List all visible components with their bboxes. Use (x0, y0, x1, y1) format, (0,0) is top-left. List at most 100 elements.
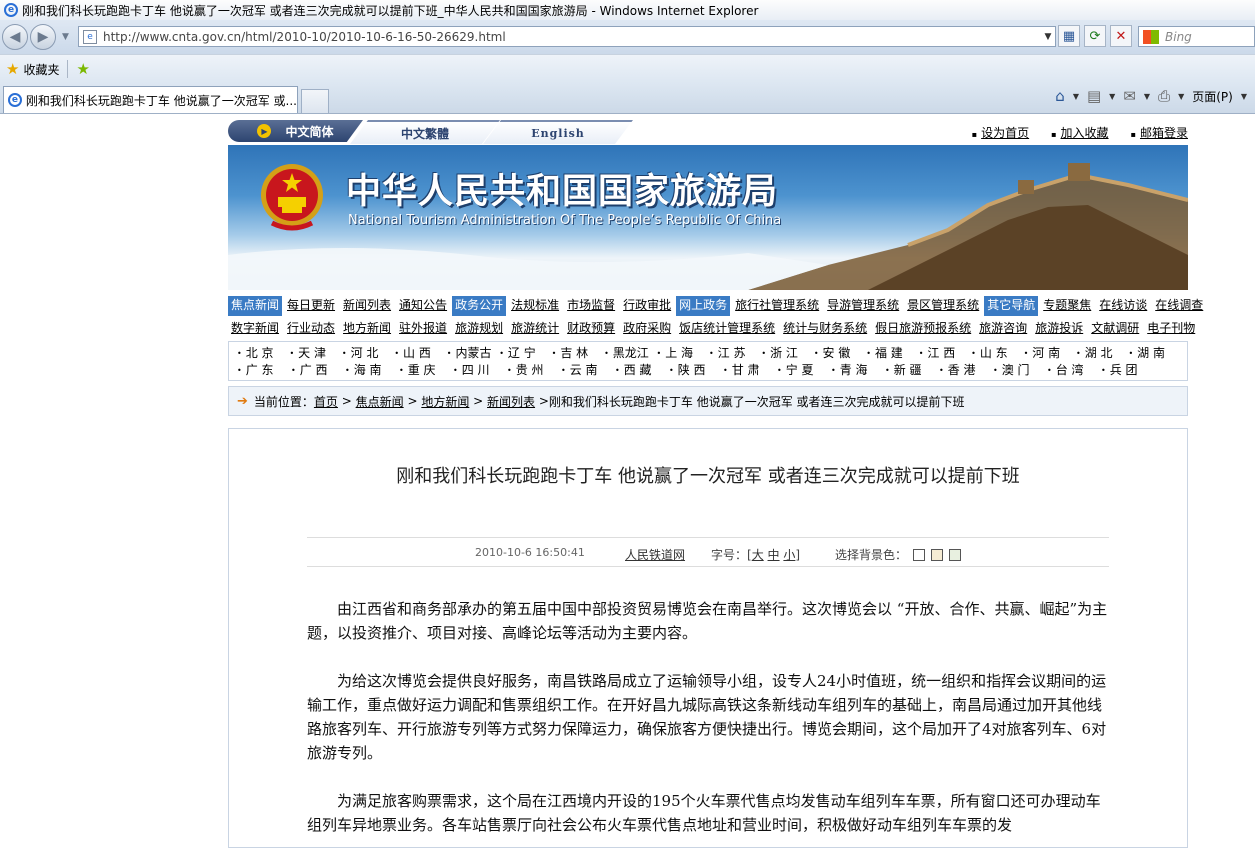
menu-item[interactable]: 通知公告 (396, 296, 450, 316)
region-link[interactable]: 广 西 (291, 362, 345, 379)
region-link[interactable]: 河 北 (342, 345, 394, 362)
compatibility-view-icon[interactable]: ▦ (1058, 25, 1080, 47)
feeds-icon[interactable]: ▤ (1087, 87, 1101, 105)
menu-item[interactable]: 旅行社管理系统 (732, 296, 822, 316)
breadcrumb-news-list-link[interactable]: 新闻列表 (487, 393, 535, 410)
region-link[interactable]: 江 苏 (709, 345, 761, 362)
stop-icon[interactable]: ✕ (1110, 25, 1132, 47)
menu-item[interactable]: 每日更新 (284, 296, 338, 316)
region-link[interactable]: 云 南 (561, 362, 615, 379)
menu-item[interactable]: 数字新闻 (228, 319, 282, 339)
browser-tab[interactable]: e 刚和我们科长玩跑跑卡丁车 他说赢了一次冠军 或... (3, 86, 298, 113)
print-dropdown-icon[interactable]: ▼ (1178, 92, 1184, 101)
region-link[interactable]: 河 南 (1024, 345, 1076, 362)
home-dropdown-icon[interactable]: ▼ (1073, 92, 1079, 101)
menu-item[interactable]: 在线调查 (1152, 296, 1206, 316)
menu-item[interactable]: 旅游投诉 (1032, 319, 1086, 339)
feeds-dropdown-icon[interactable]: ▼ (1109, 92, 1115, 101)
region-link[interactable]: 黑龙江 (604, 345, 656, 362)
menu-item[interactable]: 景区管理系统 (904, 296, 982, 316)
region-link[interactable]: 香 港 (939, 362, 993, 379)
new-tab-button[interactable] (301, 89, 329, 113)
favorites-star-icon[interactable]: ★ (6, 60, 19, 78)
region-link[interactable]: 兵 团 (1101, 362, 1155, 379)
region-link[interactable]: 江 西 (919, 345, 971, 362)
menu-item[interactable]: 财政预算 (564, 319, 618, 339)
bg-color-swatch-beige[interactable] (931, 548, 944, 561)
region-link[interactable]: 青 海 (831, 362, 885, 379)
menu-item[interactable]: 旅游统计 (508, 319, 562, 339)
back-button[interactable]: ◀ (2, 24, 28, 50)
region-link[interactable]: 浙 江 (761, 345, 813, 362)
region-link[interactable]: 广 东 (237, 362, 291, 379)
home-icon[interactable]: ⌂ (1055, 87, 1065, 105)
region-link[interactable]: 湖 南 (1128, 345, 1180, 362)
menu-item[interactable]: 假日旅游预报系统 (872, 319, 974, 339)
breadcrumb-local-news-link[interactable]: 地方新闻 (421, 393, 469, 410)
menu-item[interactable]: 驻外报道 (396, 319, 450, 339)
region-link[interactable]: 山 东 (971, 345, 1023, 362)
bg-color-swatch-green[interactable] (949, 548, 962, 561)
forward-button[interactable]: ▶ (30, 24, 56, 50)
breadcrumb-focus-news-link[interactable]: 焦点新闻 (356, 393, 404, 410)
region-link[interactable]: 吉 林 (552, 345, 604, 362)
address-dropdown-icon[interactable]: ▼ (1041, 32, 1055, 42)
region-link[interactable]: 山 西 (394, 345, 446, 362)
refresh-icon[interactable]: ⟳ (1084, 25, 1106, 47)
history-dropdown-icon[interactable]: ▼ (62, 32, 69, 42)
menu-item[interactable]: 旅游咨询 (976, 319, 1030, 339)
search-box[interactable]: Bing (1138, 26, 1255, 47)
font-size-medium[interactable]: 中 (768, 548, 780, 562)
font-size-small[interactable]: 小 (783, 548, 795, 562)
menu-item[interactable]: 地方新闻 (340, 319, 394, 339)
region-link[interactable]: 湖 北 (1076, 345, 1128, 362)
menu-item[interactable]: 行业动态 (284, 319, 338, 339)
mail-login-link[interactable]: 邮箱登录 (1131, 124, 1188, 141)
region-link[interactable]: 甘 肃 (723, 362, 777, 379)
region-link[interactable]: 福 建 (866, 345, 918, 362)
page-menu-dropdown-icon[interactable]: ▼ (1241, 92, 1247, 101)
region-link[interactable]: 台 湾 (1047, 362, 1101, 379)
article-source-link[interactable]: 人民铁道网 (625, 546, 685, 563)
favorites-button[interactable]: 收藏夹 (23, 61, 59, 78)
add-favorites-link[interactable]: 加入收藏 (1051, 124, 1109, 141)
menu-item[interactable]: 其它导航 (984, 296, 1039, 316)
menu-item[interactable]: 旅游规划 (452, 319, 506, 339)
region-link[interactable]: 宁 夏 (777, 362, 831, 379)
mail-dropdown-icon[interactable]: ▼ (1144, 92, 1150, 101)
menu-item[interactable]: 行政审批 (620, 296, 674, 316)
set-homepage-link[interactable]: 设为首页 (972, 124, 1029, 141)
region-link[interactable]: 贵 州 (507, 362, 561, 379)
region-link[interactable]: 新 疆 (885, 362, 939, 379)
page-menu[interactable]: 页面(P) (1192, 88, 1233, 105)
lang-traditional-tab[interactable]: 中文繁體 (350, 120, 500, 144)
menu-item[interactable]: 统计与财务系统 (780, 319, 870, 339)
menu-item[interactable]: 网上政务 (676, 296, 731, 316)
menu-item[interactable]: 饭店统计管理系统 (676, 319, 778, 339)
region-link[interactable]: 澳 门 (993, 362, 1047, 379)
region-link[interactable]: 四 川 (453, 362, 507, 379)
region-link[interactable]: 天 津 (289, 345, 341, 362)
region-link[interactable]: 陕 西 (669, 362, 723, 379)
menu-item[interactable]: 市场监督 (564, 296, 618, 316)
menu-item[interactable]: 新闻列表 (340, 296, 394, 316)
menu-item[interactable]: 在线访谈 (1096, 296, 1150, 316)
address-field[interactable]: e http://www.cnta.gov.cn/html/2010-10/20… (78, 26, 1056, 47)
region-link[interactable]: 内蒙古 (447, 345, 499, 362)
menu-item[interactable]: 政务公开 (452, 296, 507, 316)
region-link[interactable]: 海 南 (345, 362, 399, 379)
region-link[interactable]: 北 京 (237, 345, 289, 362)
region-link[interactable]: 重 庆 (399, 362, 453, 379)
print-icon[interactable]: ⎙ (1158, 87, 1170, 105)
menu-item[interactable]: 文献调研 (1088, 319, 1142, 339)
lang-simplified-tab[interactable]: ▶ 中文简体 (228, 120, 363, 142)
mail-icon[interactable]: ✉ (1123, 87, 1136, 105)
font-size-large[interactable]: 大 (752, 548, 764, 562)
menu-item[interactable]: 焦点新闻 (228, 296, 283, 316)
lang-english-tab[interactable]: English (483, 120, 633, 144)
region-link[interactable]: 辽 宁 (499, 345, 551, 362)
bg-color-swatch-white[interactable] (913, 548, 926, 561)
menu-item[interactable]: 导游管理系统 (824, 296, 902, 316)
menu-item[interactable]: 政府采购 (620, 319, 674, 339)
breadcrumb-home-link[interactable]: 首页 (314, 393, 338, 410)
